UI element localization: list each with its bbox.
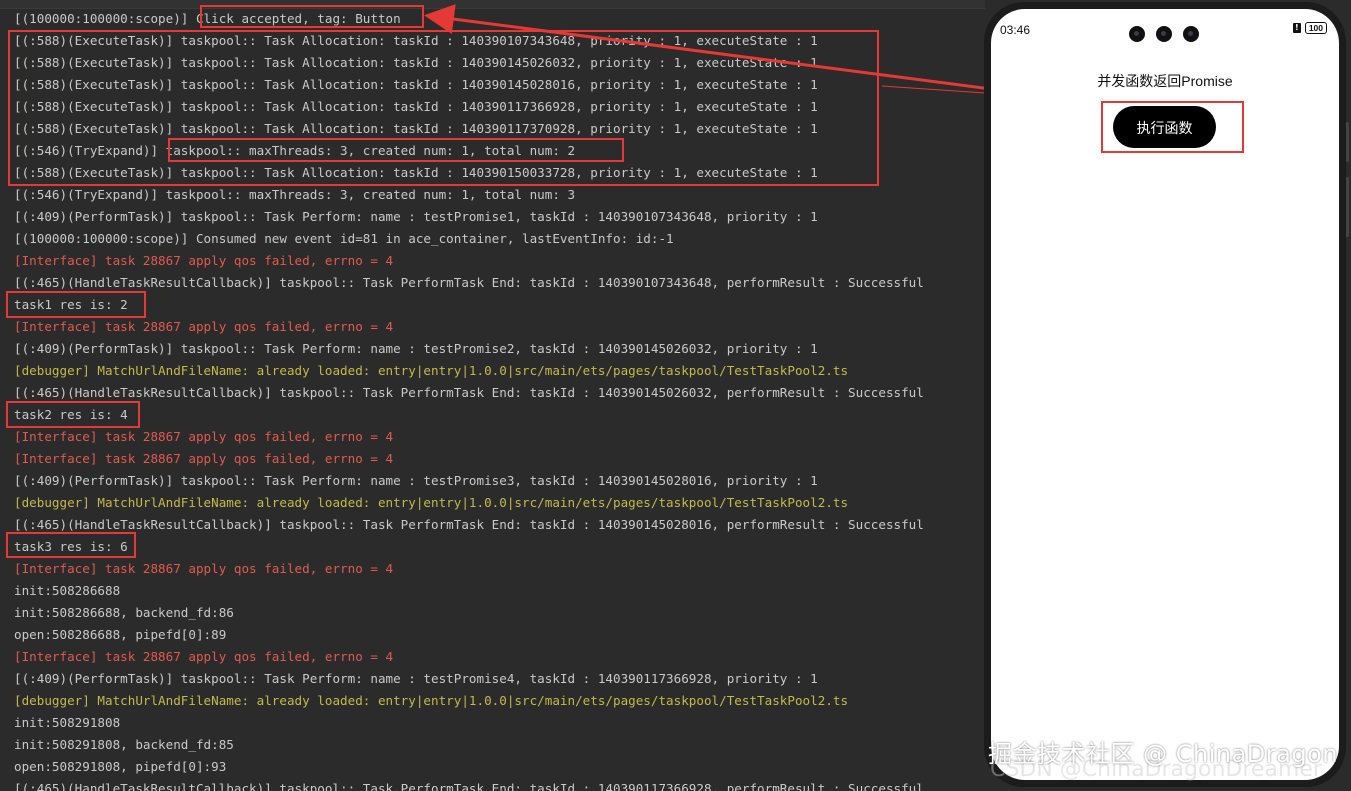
log-line: [(:588)(ExecuteTask)] taskpool:: Task Al… xyxy=(14,77,818,92)
log-line: [(:546)(TryExpand)] taskpool:: maxThread… xyxy=(14,187,576,202)
log-line: [(:588)(ExecuteTask)] taskpool:: Task Al… xyxy=(14,121,818,136)
log-line: [(:465)(HandleTaskResultCallback)] taskp… xyxy=(14,781,924,791)
log-line: [(:409)(PerformTask)] taskpool:: Task Pe… xyxy=(14,671,818,686)
status-time: 03:46 xyxy=(1000,23,1031,37)
log-line: [debugger] MatchUrlAndFileName: already … xyxy=(14,363,849,378)
watermark: 掘金技术社区 @ ChinaDragon xyxy=(988,740,1338,768)
phone-side-button xyxy=(1346,177,1349,237)
log-line: task3 res is: 6 xyxy=(14,539,128,554)
phone-frame: 03:46 ! 100 并发函数返回Promise 执行函数 xyxy=(984,2,1349,787)
camera-icon xyxy=(1156,26,1172,42)
log-line: [(:588)(ExecuteTask)] taskpool:: Task Al… xyxy=(14,33,818,48)
log-line: [Interface] task 28867 apply qos failed,… xyxy=(14,253,394,268)
log-line: [(:546)(TryExpand)] taskpool:: maxThread… xyxy=(14,143,576,158)
log-panel[interactable]: [(100000:100000:scope)] Click accepted, … xyxy=(0,0,985,791)
log-line: [(:409)(PerformTask)] taskpool:: Task Pe… xyxy=(14,209,818,224)
log-line: [debugger] MatchUrlAndFileName: already … xyxy=(14,495,849,510)
phone-screen: 03:46 ! 100 并发函数返回Promise 执行函数 xyxy=(991,9,1339,780)
log-line: [(:465)(HandleTaskResultCallback)] taskp… xyxy=(14,385,924,400)
log-line: init:508286688 xyxy=(14,583,121,598)
log-line: [(100000:100000:scope)] Consumed new eve… xyxy=(14,231,674,246)
log-line: [(:588)(ExecuteTask)] taskpool:: Task Al… xyxy=(14,165,818,180)
log-line: [Interface] task 28867 apply qos failed,… xyxy=(14,561,394,576)
log-line: [Interface] task 28867 apply qos failed,… xyxy=(14,429,394,444)
log-line: [debugger] MatchUrlAndFileName: already … xyxy=(14,693,849,708)
log-line: [Interface] task 28867 apply qos failed,… xyxy=(14,649,394,664)
camera-icon xyxy=(1183,26,1199,42)
log-line: [Interface] task 28867 apply qos failed,… xyxy=(14,319,394,334)
log-line: [(:588)(ExecuteTask)] taskpool:: Task Al… xyxy=(14,99,818,114)
log-line: init:508291808, backend_fd:85 xyxy=(14,737,234,752)
log-line: init:508286688, backend_fd:86 xyxy=(14,605,234,620)
battery-icon: 100 xyxy=(1304,22,1327,34)
log-line: [Interface] task 28867 apply qos failed,… xyxy=(14,451,394,466)
log-lines: [(100000:100000:scope)] Click accepted, … xyxy=(0,8,985,791)
phone-side-button xyxy=(1346,122,1349,162)
page-title: 并发函数返回Promise xyxy=(1097,73,1233,89)
log-line: [(:588)(ExecuteTask)] taskpool:: Task Al… xyxy=(14,55,818,70)
log-line: [(:465)(HandleTaskResultCallback)] taskp… xyxy=(14,275,924,290)
highlight-run-button xyxy=(1101,101,1244,153)
log-line: task2 res is: 4 xyxy=(14,407,128,422)
status-icons: ! 100 xyxy=(1292,22,1327,34)
log-line: [(100000:100000:scope)] Click accepted, … xyxy=(14,11,401,26)
log-line: [(:465)(HandleTaskResultCallback)] taskp… xyxy=(14,517,924,532)
log-line: open:508291808, pipefd[0]:93 xyxy=(14,759,227,774)
log-line: task1 res is: 2 xyxy=(14,297,128,312)
log-line: [(:409)(PerformTask)] taskpool:: Task Pe… xyxy=(14,473,818,488)
log-line: [(:409)(PerformTask)] taskpool:: Task Pe… xyxy=(14,341,818,356)
log-line: init:508291808 xyxy=(14,715,121,730)
sim-icon: ! xyxy=(1292,23,1301,33)
camera-icon xyxy=(1129,26,1145,42)
log-line: open:508286688, pipefd[0]:89 xyxy=(14,627,227,642)
